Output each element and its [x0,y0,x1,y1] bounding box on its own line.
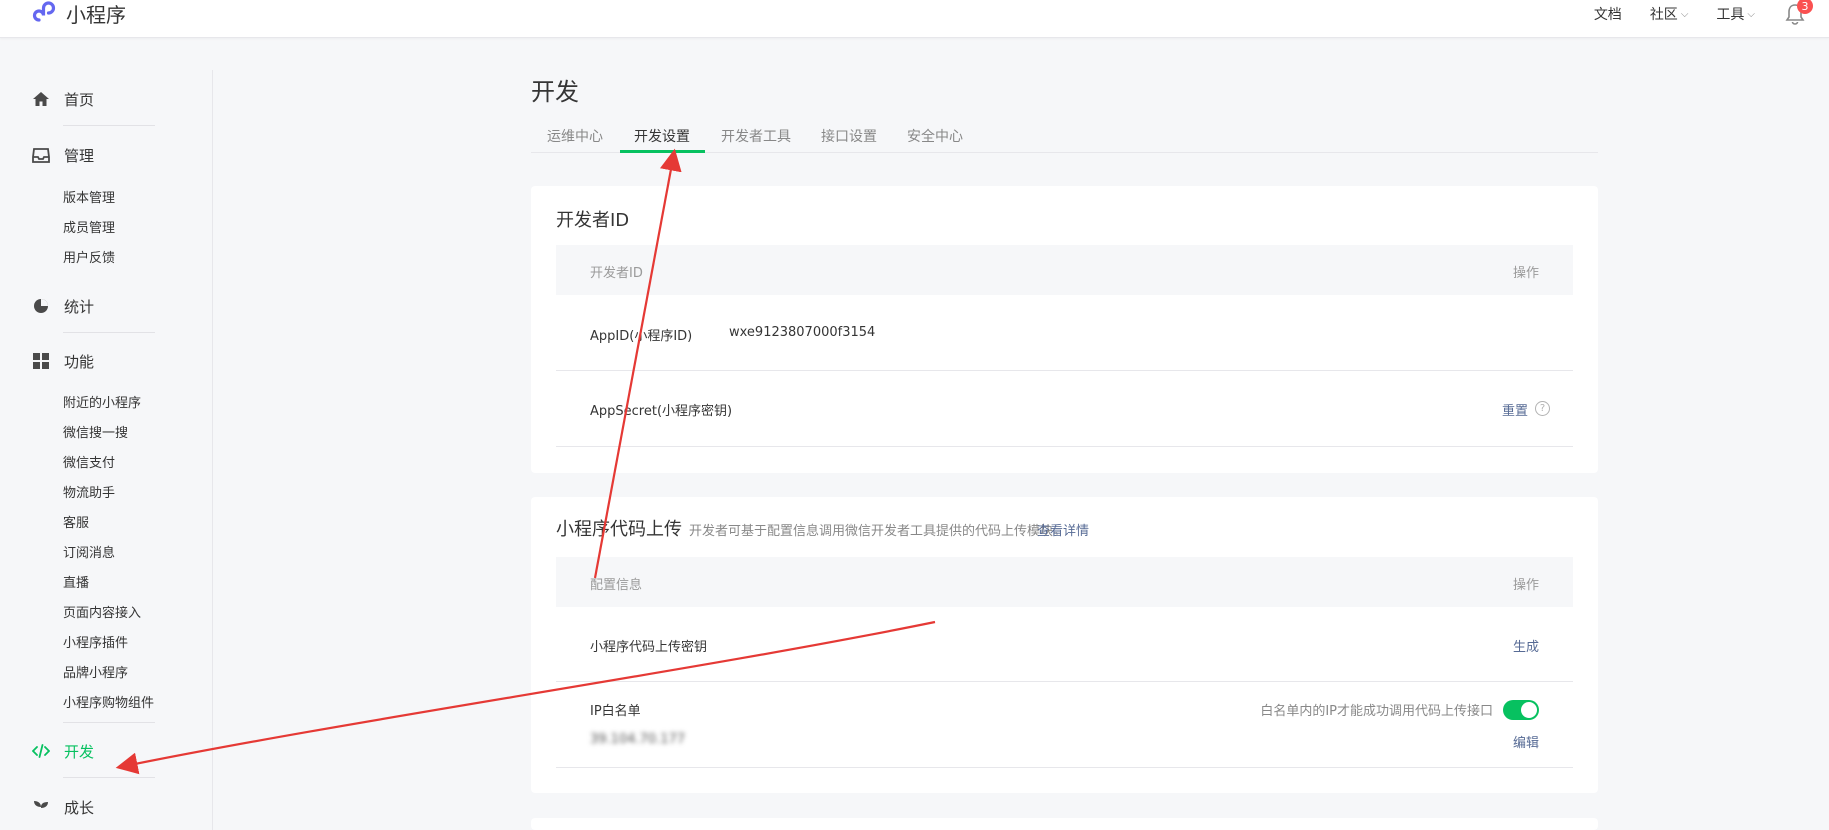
sidebar-subitem-feedback[interactable]: 用户反馈 [63,247,115,266]
top-nav: 文档 社区 ⌵ 工具 ⌵ 3 [1566,0,1829,28]
help-icon[interactable]: ? [1535,401,1550,416]
table-header: 配置信息 操作 [556,557,1573,607]
divider [63,777,155,778]
sidebar-subitem-brand[interactable]: 品牌小程序 [63,662,128,681]
notification-count-badge: 3 [1797,0,1813,14]
edit-whitelist-link[interactable]: 编辑 [1513,732,1539,751]
divider [63,722,155,723]
ip-whitelist-label: IP白名单 [590,704,641,719]
home-icon [32,90,50,108]
row-divider [556,767,1573,768]
code-upload-card: 小程序代码上传 开发者可基于配置信息调用微信开发者工具提供的代码上传模块。 查看… [531,497,1598,793]
notifications-button[interactable]: 3 [1783,0,1813,26]
row-divider [556,370,1573,371]
sidebar-subitem-service[interactable]: 客服 [63,512,89,531]
tab-ops[interactable]: 运维中心 [547,126,603,146]
app-name: 小程序 [66,2,126,27]
sidebar-item-dev[interactable]: 开发 [32,739,94,763]
active-tab-indicator [620,150,705,153]
row-divider [556,446,1573,447]
tab-security[interactable]: 安全中心 [907,126,963,146]
view-details-link[interactable]: 查看详情 [1037,520,1089,539]
chevron-down-icon: ⌵ [1680,8,1689,20]
column-header-config: 配置信息 [590,578,643,593]
sidebar-subitem-members[interactable]: 成员管理 [63,217,115,236]
appid-label: AppID(小程序ID) [590,329,693,344]
sidebar-subitem-logistics[interactable]: 物流助手 [63,482,115,501]
sidebar-subitem-shopping[interactable]: 小程序购物组件 [63,692,154,711]
sidebar-subitem-nearby[interactable]: 附近的小程序 [63,392,141,411]
ip-whitelist-hint: 白名单内的IP才能成功调用代码上传接口 [1260,704,1493,719]
code-icon [32,742,50,760]
column-header-id: 开发者ID [590,266,643,281]
ip-whitelist-toggle[interactable] [1503,700,1539,720]
card-title: 小程序代码上传 [556,519,682,540]
sidebar-label-dev: 开发 [64,742,95,761]
row-divider [556,681,1573,682]
sidebar-item-features[interactable]: 功能 [32,349,94,373]
tab-dev-tools[interactable]: 开发者工具 [721,126,791,146]
tab-api-settings[interactable]: 接口设置 [821,126,877,146]
sidebar-subitem-version[interactable]: 版本管理 [63,187,115,206]
top-bar: 小程序 文档 社区 ⌵ 工具 ⌵ 3 [0,0,1829,38]
next-card [531,818,1598,830]
appid-value: wxe9123807000f3154 [729,325,876,340]
page-title: 开发 [531,78,579,106]
sidebar-subitem-search[interactable]: 微信搜一搜 [63,422,128,441]
community-label: 社区 [1649,7,1678,23]
divider [63,125,155,126]
sidebar: 首页 管理 版本管理 成员管理 用户反馈 统计 功能 附近的小程序 微信搜一搜 … [0,70,213,830]
sidebar-label-stats: 统计 [64,297,95,316]
generate-key-link[interactable]: 生成 [1513,636,1539,655]
grid-icon [32,352,50,370]
sidebar-item-stats[interactable]: 统计 [32,294,94,318]
chevron-down-icon: ⌵ [1747,8,1755,20]
tab-dev-settings[interactable]: 开发设置 [634,126,690,146]
inbox-icon [32,146,50,164]
table-header: 开发者ID 操作 [556,245,1573,295]
ip-address-value: 39.104.70.177 [590,732,686,747]
mini-program-logo-icon [32,1,56,22]
sidebar-subitem-subscribe[interactable]: 订阅消息 [63,542,115,561]
sidebar-label-home: 首页 [64,90,95,109]
card-title: 开发者ID [556,210,630,231]
upload-description: 开发者可基于配置信息调用微信开发者工具提供的代码上传模块。 [689,524,1067,539]
sprout-icon [32,798,50,816]
sidebar-item-home[interactable]: 首页 [32,87,94,111]
docs-link[interactable]: 文档 [1594,4,1622,24]
tools-menu[interactable]: 工具 ⌵ [1716,4,1755,24]
sidebar-subitem-content[interactable]: 页面内容接入 [63,602,141,621]
sidebar-label-features: 功能 [64,352,95,371]
tools-label: 工具 [1716,7,1745,23]
upload-key-label: 小程序代码上传密钥 [590,640,708,655]
column-header-action: 操作 [1512,266,1539,281]
sidebar-item-growth[interactable]: 成长 [32,795,94,819]
reset-secret-link[interactable]: 重置 [1502,400,1528,419]
sidebar-subitem-pay[interactable]: 微信支付 [63,452,115,471]
sidebar-item-manage[interactable]: 管理 [32,143,94,167]
sidebar-label-growth: 成长 [64,798,95,817]
sidebar-subitem-live[interactable]: 直播 [63,572,89,591]
sidebar-subitem-plugin[interactable]: 小程序插件 [63,632,128,651]
divider [63,332,155,333]
appsecret-label: AppSecret(小程序密钥) [590,404,733,419]
brand[interactable]: 小程序 [30,0,126,27]
community-menu[interactable]: 社区 ⌵ [1650,4,1689,24]
tab-bar: 运维中心 开发设置 开发者工具 接口设置 安全中心 [531,120,1598,153]
developer-id-card: 开发者ID 开发者ID 操作 AppID(小程序ID) wxe912380700… [531,186,1598,473]
sidebar-label-manage: 管理 [64,146,95,165]
pie-chart-icon [32,297,50,315]
column-header-action: 操作 [1512,578,1539,593]
toggle-knob [1521,702,1537,718]
